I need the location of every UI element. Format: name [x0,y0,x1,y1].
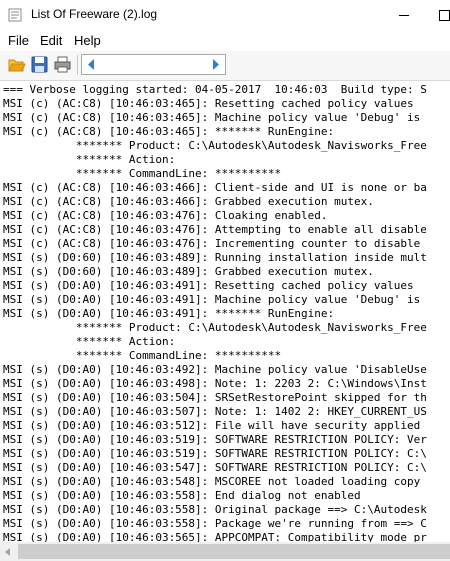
log-line: MSI (s) (D0:A0) [10:46:03:498]: Note: 1:… [3,377,427,390]
menu-file[interactable]: File [8,33,29,48]
log-line: MSI (s) (D0:A0) [10:46:03:519]: SOFTWARE… [3,447,427,460]
arrow-left-icon[interactable] [85,58,98,71]
log-line: MSI (c) (AC:C8) [10:46:03:465]: ******* … [3,125,335,138]
log-line: MSI (s) (D0:A0) [10:46:03:492]: Machine … [3,363,427,376]
log-line: ******* Product: C:\Autodesk\Autodesk_Na… [3,139,427,152]
maximize-button[interactable] [427,0,450,30]
window-title: List Of Freeware (2).log [31,7,158,21]
menu-bar: File Edit Help [0,30,450,51]
log-line: MSI (s) (D0:60) [10:46:03:489]: Grabbed … [3,265,374,278]
menu-help[interactable]: Help [74,33,101,48]
menu-edit[interactable]: Edit [40,33,62,48]
log-text-area[interactable]: === Verbose logging started: 04-05-2017 … [0,81,450,542]
log-line: ******* CommandLine: ********** [3,167,282,180]
log-line: ******* Action: [3,335,176,348]
log-line: MSI (s) (D0:A0) [10:46:03:558]: Original… [3,503,427,516]
toolbar [0,51,450,81]
log-line: MSI (c) (AC:C8) [10:46:03:466]: Grabbed … [3,195,374,208]
horizontal-scrollbar[interactable] [0,542,450,561]
arrow-right-icon[interactable] [209,58,222,71]
log-line: ******* Product: C:\Autodesk\Autodesk_Na… [3,321,427,334]
scroll-left-icon[interactable] [0,542,17,561]
log-line: MSI (s) (D0:60) [10:46:03:489]: Running … [3,251,427,264]
log-line: ******* Action: [3,153,176,166]
log-line: MSI (s) (D0:A0) [10:46:03:491]: Resettin… [3,279,414,292]
log-line: MSI (s) (D0:A0) [10:46:03:512]: File wil… [3,419,421,432]
print-icon[interactable] [52,54,73,75]
log-line: MSI (s) (D0:A0) [10:46:03:519]: SOFTWARE… [3,433,427,446]
log-line: MSI (s) (D0:A0) [10:46:03:507]: Note: 1:… [3,405,427,418]
log-line: MSI (s) (D0:A0) [10:46:03:504]: SRSetRes… [3,391,427,404]
log-line: MSI (c) (AC:C8) [10:46:03:465]: Machine … [3,111,421,124]
log-line: ******* CommandLine: ********** [3,349,282,362]
scrollbar-thumb[interactable] [18,544,450,559]
log-line: MSI (s) (D0:A0) [10:46:03:548]: MSCOREE … [3,475,421,488]
minimize-button[interactable] [381,0,427,30]
log-file-icon [8,8,22,22]
folder-open-icon[interactable] [6,54,27,75]
log-line: MSI (s) (D0:A0) [10:46:03:558]: End dial… [3,489,361,502]
toolbar-separator [77,55,78,75]
save-icon[interactable] [29,54,50,75]
log-line: MSI (s) (D0:A0) [10:46:03:565]: APPCOMPA… [3,531,427,542]
log-line: MSI (c) (AC:C8) [10:46:03:466]: Client-s… [3,181,427,194]
log-line: MSI (s) (D0:A0) [10:46:03:491]: ******* … [3,307,335,320]
navigation-box [81,54,226,75]
log-line: MSI (c) (AC:C8) [10:46:03:465]: Resettin… [3,97,414,110]
log-line: MSI (s) (D0:A0) [10:46:03:558]: Package … [3,517,427,530]
log-line: MSI (s) (D0:A0) [10:46:03:491]: Machine … [3,293,421,306]
log-line: MSI (c) (AC:C8) [10:46:03:476]: Cloaking… [3,209,328,222]
title-bar: List Of Freeware (2).log [0,0,450,30]
log-line: === Verbose logging started: 04-05-2017 … [3,83,427,96]
log-line: MSI (c) (AC:C8) [10:46:03:476]: Attempti… [3,223,427,236]
log-line: MSI (c) (AC:C8) [10:46:03:476]: Incremen… [3,237,421,250]
log-line: MSI (s) (D0:A0) [10:46:03:547]: SOFTWARE… [3,461,427,474]
